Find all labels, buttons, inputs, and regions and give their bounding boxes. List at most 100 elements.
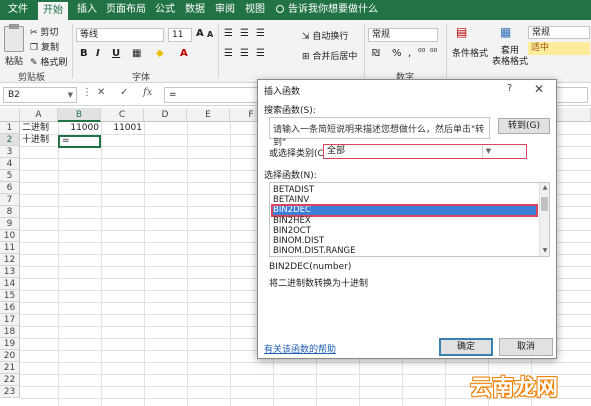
column-header-c[interactable]: C (101, 108, 144, 122)
underline-button[interactable]: U (112, 48, 120, 59)
comma-button[interactable]: , (408, 48, 411, 59)
row-header-19[interactable]: 19 (0, 338, 20, 350)
ok-button[interactable]: 确定 (439, 338, 493, 356)
font-name-select[interactable]: 等线 (76, 28, 164, 42)
scroll-down-icon[interactable]: ▼ (540, 246, 549, 256)
row-header-17[interactable]: 17 (0, 314, 20, 326)
watermark-logo: 云南龙网 (470, 375, 559, 401)
row-header-9[interactable]: 9 (0, 218, 20, 230)
row-header-13[interactable]: 13 (0, 266, 20, 278)
row-header-6[interactable]: 6 (0, 182, 20, 194)
fill-color-icon[interactable]: ◆ (156, 48, 164, 59)
enter-formula-button[interactable]: ✓ (120, 87, 128, 103)
table-format-button[interactable]: 套用 表格格式 (492, 46, 528, 68)
number-format-select[interactable]: 常规 (368, 28, 438, 42)
select-all-corner[interactable] (0, 108, 20, 122)
shrink-font-button[interactable]: A (207, 30, 213, 39)
cell-b1[interactable]: 11000 (60, 122, 99, 134)
borders-icon[interactable]: ▦ (132, 48, 141, 59)
row-header-22[interactable]: 22 (0, 374, 20, 386)
align-right-icon[interactable]: ☰ (256, 48, 265, 59)
tell-me-box[interactable]: 告诉我你想要做什么 (276, 0, 378, 20)
cell-a2[interactable]: 十进制 (22, 134, 49, 146)
help-icon[interactable]: ? (507, 83, 512, 94)
row-header-20[interactable]: 20 (0, 350, 20, 362)
row-header-14[interactable]: 14 (0, 278, 20, 290)
search-input[interactable]: 请输入一条简短说明来描述您想做什么，然后单击"转到" (269, 117, 490, 148)
row-header-16[interactable]: 16 (0, 302, 20, 314)
row-header-5[interactable]: 5 (0, 170, 20, 182)
row-header-7[interactable]: 7 (0, 194, 20, 206)
font-size-select[interactable]: 11 (168, 28, 192, 42)
column-header-d[interactable]: D (144, 108, 187, 122)
row-header-11[interactable]: 11 (0, 242, 20, 254)
increase-decimal-icon[interactable]: ⁰⁰ (418, 48, 425, 58)
tab-review[interactable]: 审阅 (212, 0, 238, 20)
tab-home[interactable]: 开始 (38, 2, 68, 20)
goto-button[interactable]: 转到(G) (498, 118, 550, 134)
close-icon[interactable]: ✕ (534, 82, 544, 96)
column-header-e[interactable]: E (187, 108, 230, 122)
tab-page-layout[interactable]: 页面布局 (104, 0, 148, 20)
function-list-scrollbar[interactable]: ▲ ▼ (539, 183, 549, 256)
row-header-1[interactable]: 1 (0, 122, 20, 134)
align-left-icon[interactable]: ☰ (224, 48, 233, 59)
tab-file[interactable]: 文件 (4, 0, 32, 20)
style-normal[interactable]: 常规 (528, 26, 590, 39)
font-group-label: 字体 (132, 73, 151, 83)
name-box[interactable]: B2 ▼ (3, 87, 77, 103)
function-help-link[interactable]: 有关该函数的帮助 (264, 342, 336, 355)
insert-function-button[interactable]: fx (143, 87, 152, 103)
category-select[interactable]: 全部 ▼ (323, 144, 527, 159)
merge-center-button[interactable]: ⊞ 合并后居中 (302, 49, 357, 62)
percent-button[interactable]: % (392, 48, 402, 59)
scroll-thumb[interactable] (541, 197, 548, 211)
grid-line (187, 122, 188, 406)
table-format-icon[interactable]: ▦ (500, 25, 511, 39)
column-header-a[interactable]: A (20, 108, 58, 122)
align-bottom-icon[interactable]: ☰ (256, 28, 265, 39)
style-neutral[interactable]: 适中 (528, 42, 590, 55)
chevron-down-icon[interactable]: ▼ (482, 145, 494, 158)
function-list[interactable]: BETADIST BETAINV BIN2DEC BIN2HEX BIN2OCT… (269, 182, 550, 257)
column-header-b[interactable]: B (58, 108, 101, 122)
scroll-up-icon[interactable]: ▲ (540, 183, 549, 193)
grow-font-button[interactable]: A (196, 28, 204, 39)
cell-a1[interactable]: 二进制 (22, 122, 49, 134)
row-header-8[interactable]: 8 (0, 206, 20, 218)
row-header-10[interactable]: 10 (0, 230, 20, 242)
row-header-21[interactable]: 21 (0, 362, 20, 374)
row-header-12[interactable]: 12 (0, 254, 20, 266)
italic-button[interactable]: I (96, 48, 100, 59)
align-middle-icon[interactable]: ☰ (240, 28, 249, 39)
tab-formulas[interactable]: 公式 (152, 0, 178, 20)
align-center-icon[interactable]: ☰ (240, 48, 249, 59)
conditional-format-button[interactable]: 条件格式 (452, 46, 488, 59)
align-top-icon[interactable]: ☰ (224, 28, 233, 39)
cancel-button[interactable]: 取消 (499, 338, 553, 356)
ribbon-separator (446, 24, 447, 78)
row-header-4[interactable]: 4 (0, 158, 20, 170)
row-header-2[interactable]: 2 (0, 134, 20, 146)
tab-data[interactable]: 数据 (182, 0, 208, 20)
cell-c1[interactable]: 11001 (103, 122, 142, 134)
row-header-15[interactable]: 15 (0, 290, 20, 302)
row-header-3[interactable]: 3 (0, 146, 20, 158)
list-item-selected[interactable]: BIN2DEC (271, 204, 538, 217)
format-painter-button[interactable]: ✎ 格式刷 (30, 55, 67, 68)
cancel-formula-button[interactable]: ✕ (97, 87, 105, 103)
wrap-text-button[interactable]: ⇲ 自动换行 (302, 29, 348, 42)
list-item[interactable]: BINOM.DIST.RANGE (272, 246, 537, 256)
paste-button[interactable] (4, 24, 24, 52)
decrease-decimal-icon[interactable]: ⁰⁰ (430, 48, 437, 58)
copy-button[interactable]: ❐ 复制 (30, 40, 59, 53)
font-color-button[interactable]: A (180, 48, 188, 59)
accounting-format-icon[interactable]: ₪ (372, 48, 380, 59)
tab-view[interactable]: 视图 (242, 0, 268, 20)
bold-button[interactable]: B (80, 48, 88, 59)
conditional-format-icon[interactable]: ▤ (456, 25, 467, 39)
cut-button[interactable]: ✂ 剪切 (30, 25, 58, 38)
tab-insert[interactable]: 插入 (74, 0, 100, 20)
row-header-18[interactable]: 18 (0, 326, 20, 338)
row-header-23[interactable]: 23 (0, 386, 20, 398)
